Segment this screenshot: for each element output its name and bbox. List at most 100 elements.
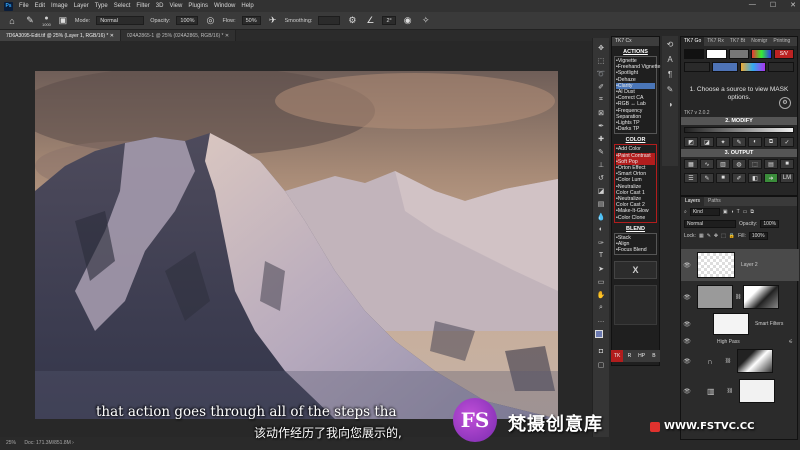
- r-button[interactable]: R: [623, 350, 636, 362]
- action-frequency-separation[interactable]: •Frequency Separation: [616, 108, 655, 120]
- brush-settings-icon[interactable]: ▣: [57, 15, 69, 27]
- filter-shape-icon[interactable]: ▭: [743, 209, 748, 215]
- angle-input[interactable]: 2°: [382, 16, 396, 25]
- paint-icon[interactable]: ✎: [700, 173, 714, 183]
- clone-stamp-tool-icon[interactable]: ⊥: [595, 159, 608, 170]
- blend-mode-select[interactable]: Normal: [684, 220, 736, 228]
- blur-tool-icon[interactable]: 💧: [595, 211, 608, 222]
- layer-row-smart-object[interactable]: 👁 ⛓: [681, 283, 799, 311]
- layer-mask-icon[interactable]: ▦: [684, 159, 698, 169]
- mask-icon[interactable]: ◧: [748, 173, 762, 183]
- refine-icon[interactable]: ⧉: [764, 137, 778, 147]
- hue-sat-icon[interactable]: ◍: [732, 159, 746, 169]
- filter-adjustment-icon[interactable]: ◑: [731, 209, 734, 215]
- pen-tool-icon[interactable]: ✑: [595, 237, 608, 248]
- filter-smart-object-icon[interactable]: ⧉: [750, 209, 754, 215]
- hand-tool-icon[interactable]: ✋: [595, 289, 608, 300]
- tab-nomigr[interactable]: Nomigr: [748, 37, 770, 46]
- move-tool-icon[interactable]: ✥: [595, 42, 608, 53]
- visibility-eye-icon[interactable]: 👁: [681, 294, 693, 301]
- path-select-tool-icon[interactable]: ➤: [595, 263, 608, 274]
- solid-color-icon[interactable]: ■: [780, 159, 794, 169]
- layer-row-curves[interactable]: 👁 ∩ ⛓: [681, 347, 799, 375]
- quick-mask-icon[interactable]: ◘: [595, 346, 608, 357]
- history-icon[interactable]: ⟲: [667, 40, 674, 49]
- tk-button[interactable]: TK: [611, 350, 624, 362]
- opacity-input[interactable]: 100%: [176, 16, 199, 25]
- menu-file[interactable]: File: [19, 3, 29, 9]
- mode-select[interactable]: Normal: [96, 16, 145, 25]
- doc-size[interactable]: Doc: 171.3M/851.8M: [24, 440, 70, 446]
- tab-printing[interactable]: Printing: [770, 37, 793, 46]
- screen-mode-icon[interactable]: ▢: [595, 359, 608, 370]
- grow-icon[interactable]: ◩: [684, 137, 698, 147]
- settings-gear-icon[interactable]: ⚙: [779, 97, 791, 109]
- frame-tool-icon[interactable]: ⊠: [595, 107, 608, 118]
- lasso-tool-icon[interactable]: ➰: [595, 68, 608, 79]
- kind-select[interactable]: Kind: [689, 208, 720, 216]
- lock-pixels-icon[interactable]: ▦: [699, 233, 704, 239]
- chevron-right-icon[interactable]: ›: [72, 440, 74, 446]
- quick-select-tool-icon[interactable]: ✐: [595, 81, 608, 92]
- brush-panel-icon[interactable]: ✎: [667, 85, 674, 94]
- visibility-eye-icon[interactable]: 👁: [681, 321, 693, 328]
- type-tool-icon[interactable]: T: [595, 250, 608, 261]
- menu-view[interactable]: View: [169, 3, 182, 9]
- menu-plugins[interactable]: Plugins: [188, 3, 208, 9]
- lock-all-icon[interactable]: 🔒: [729, 233, 735, 239]
- apply-icon[interactable]: ✓: [780, 137, 794, 147]
- pressure-opacity-icon[interactable]: ◎: [204, 15, 216, 27]
- mountain-photo[interactable]: [35, 71, 558, 419]
- black-swatch[interactable]: [684, 49, 705, 59]
- visibility-eye-icon[interactable]: 👁: [681, 338, 693, 345]
- export-icon[interactable]: ➜: [764, 173, 778, 183]
- zoom-level[interactable]: 25%: [6, 440, 16, 446]
- curves-icon[interactable]: ∿: [700, 159, 714, 169]
- list-icon[interactable]: ☰: [684, 173, 698, 183]
- menu-3d[interactable]: 3D: [156, 3, 164, 9]
- feather-icon[interactable]: ✦: [716, 137, 730, 147]
- opacity-input[interactable]: 100%: [760, 220, 780, 228]
- gray-swatch[interactable]: [728, 49, 750, 59]
- rgb-swatch[interactable]: [751, 49, 772, 59]
- gradient-tool-icon[interactable]: ▤: [595, 198, 608, 209]
- eyedropper-tool-icon[interactable]: ✒: [595, 120, 608, 131]
- fill-input[interactable]: 100%: [748, 232, 768, 240]
- filter-type-icon[interactable]: T: [737, 209, 740, 215]
- tab-layers[interactable]: Layers: [681, 197, 705, 206]
- maximize-icon[interactable]: ☐: [770, 1, 776, 9]
- adjustments-icon[interactable]: ◑: [668, 100, 673, 109]
- layer-row-high-pass[interactable]: 👁 High Pass ⚟: [681, 337, 799, 346]
- character-icon[interactable]: A: [667, 55, 672, 64]
- close-icon[interactable]: ✕: [225, 33, 229, 39]
- close-icon[interactable]: ✕: [790, 1, 796, 9]
- color-range-swatch[interactable]: [740, 62, 766, 72]
- brush-preset-picker[interactable]: ● 1000: [42, 15, 51, 27]
- tab-tk7-go[interactable]: TK7 Go: [681, 37, 705, 46]
- brush-tool-icon[interactable]: ✎: [24, 15, 36, 27]
- menu-image[interactable]: Image: [51, 3, 68, 9]
- sv-swatch[interactable]: S/V: [773, 49, 795, 59]
- tab-tk7-bt[interactable]: TK7 Bt: [727, 37, 748, 46]
- hp-button[interactable]: HP: [635, 350, 648, 362]
- selection-icon[interactable]: ⬚: [748, 159, 762, 169]
- color-neutralize-cast-2[interactable]: •Neutralize Color Cast 2: [616, 196, 655, 208]
- menu-filter[interactable]: Filter: [136, 3, 149, 9]
- shrink-icon[interactable]: ◪: [700, 137, 714, 147]
- lm-button[interactable]: LM: [780, 173, 794, 183]
- menu-type[interactable]: Type: [95, 3, 108, 9]
- marquee-tool-icon[interactable]: ⬚: [595, 55, 608, 66]
- smoothing-input[interactable]: [318, 16, 341, 25]
- eraser-tool-icon[interactable]: ◪: [595, 185, 608, 196]
- flow-input[interactable]: 50%: [241, 16, 261, 25]
- color-neutralize-cast-1[interactable]: •Neutralize Color Cast 1: [616, 184, 655, 196]
- visibility-eye-icon[interactable]: 👁: [681, 388, 693, 395]
- action-darks-tp[interactable]: •Darks TP: [616, 126, 655, 132]
- lock-position-icon[interactable]: ✥: [714, 233, 718, 239]
- levels-icon[interactable]: ▥: [716, 159, 730, 169]
- layer-row-smart-filters[interactable]: 👁 Smart Filters: [681, 311, 799, 337]
- channel-icon[interactable]: ▤: [764, 159, 778, 169]
- tk7-close-x-button[interactable]: X: [614, 261, 657, 280]
- foreground-color-swatch[interactable]: [595, 330, 603, 338]
- color-swatches[interactable]: [595, 328, 608, 344]
